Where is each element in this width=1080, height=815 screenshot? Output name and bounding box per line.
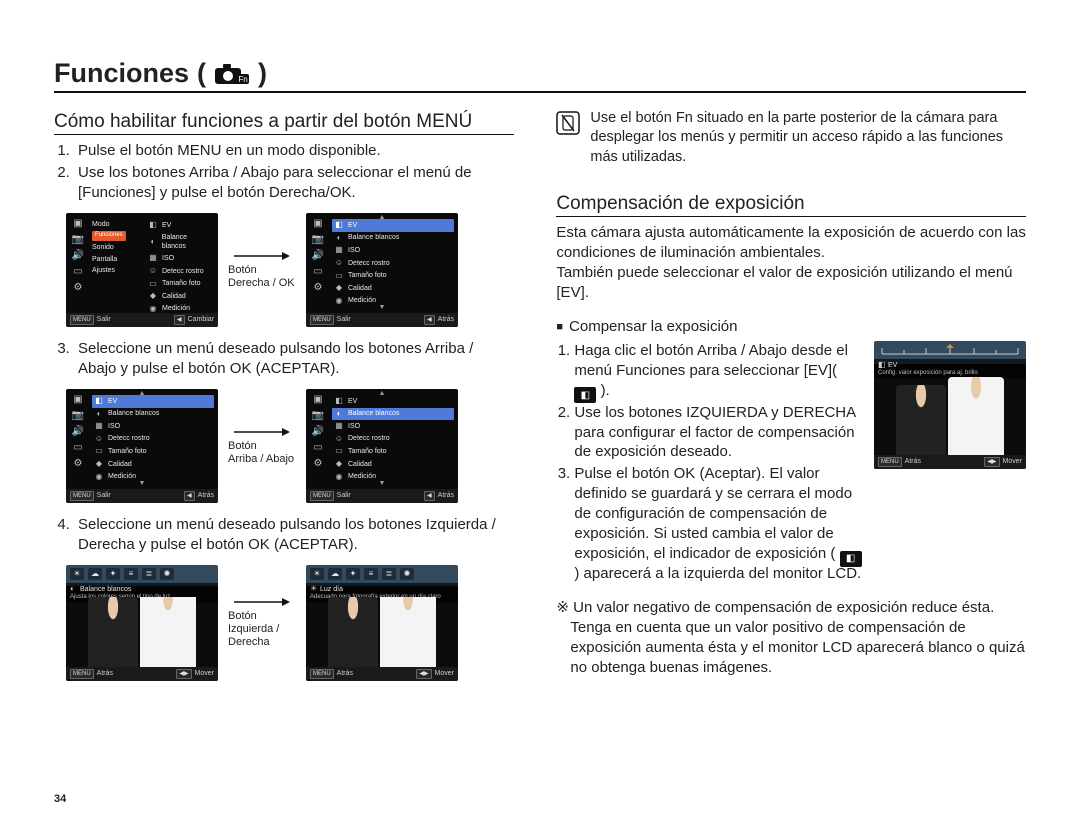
screen-footer-b: MENUSalir ◀Atrás [306,313,458,327]
step-4: Seleccione un menú deseado pulsando los … [74,515,514,555]
fluor2-icon: ≣ [382,568,396,580]
fluor1-icon: ≡ [124,568,138,580]
left-step-3: Seleccione un menú deseado pulsando los … [54,339,514,379]
camera-fn-icon: Fn [214,62,250,86]
note-marker: ※ [556,599,573,616]
func-item-ev: ◧EV [332,219,454,232]
title-paren-open: ( [197,58,206,89]
root-sub-list: ◧EV ◐Balance blancos ▦ISO ☺Detecc rostro… [146,219,214,315]
photo-people [66,597,218,667]
step-2: Use los botones Arriba / Abajo para sele… [74,163,514,203]
screen-footer: MENUSalir ◀Cambiar [66,313,218,327]
arrow-up-down: Botón Arriba / Abajo [228,426,296,466]
left-icons-col: ▣ 📷 🔊 ▭ ⚙ [69,219,87,293]
right-para-1: Esta cámara ajusta automáticamente la ex… [556,223,1026,263]
figure-row-3: ☀ ☁ ✦ ≡ ≣ ✺ ◐Balance blancos Ajusta los … [66,565,514,681]
mode-icon: ▣ [313,219,322,229]
manual-page: Funciones ( Fn ) Cómo habilitar funcione… [0,0,1080,815]
display-icon: ▭ [313,443,322,453]
ev-steps: Haga clic el botón Arriba / Abajo desde … [556,341,862,584]
camera-icon: 📷 [72,235,84,245]
gear-icon: ⚙ [314,283,323,293]
display-icon: ▭ [73,267,82,277]
right-section-title: Compensación de exposición [556,191,1026,217]
camera-icon: 📷 [312,235,324,245]
ev-step-3: Pulse el botón OK (Aceptar). El valor de… [574,464,862,584]
camera-screen-wb-selected: ▲ ▣ 📷 🔊 ▭ ⚙ ◧EV ◐Balance blancos ▦ISO ☺D… [306,389,458,503]
camera-screen-ev-selected: ▲ ▣ 📷 🔊 ▭ ⚙ ◧EV ◐Balance blancos ▦ISO ☺D… [66,389,218,503]
step-3: Seleccione un menú deseado pulsando los … [74,339,514,379]
left-section-title: Cómo habilitar funciones a partir del bo… [54,109,514,135]
arrow-right-ok: Botón Derecha / OK [228,250,296,290]
daylight-topbar: ☀ ☁ ✦ ≡ ≣ ✺ [310,567,454,581]
step-1: Pulse el botón MENU en un modo disponibl… [74,141,514,161]
title-paren-close: ) [258,58,267,89]
arrow-left-right: Botón Izquierda / Derecha [228,596,296,650]
tungsten-icon: ✺ [160,568,174,580]
arrow-label-1: Botón Derecha / OK [228,264,295,290]
sound-icon: 🔊 [72,251,84,261]
ev-icon: ◧ [574,387,596,403]
columns: Cómo habilitar funciones a partir del bo… [54,109,1026,693]
left-icons-col-b: ▣ 📷 🔊 ▭ ⚙ [309,219,327,293]
camera-photo-ev: ◧EV Config. valor exposición para aj. br… [874,341,1026,469]
left-step-4: Seleccione un menú deseado pulsando los … [54,515,514,555]
mode-icon: ▣ [313,395,322,405]
display-icon: ▭ [313,267,322,277]
ev-step-2: Use los botones IZQUIERDA y DERECHA para… [574,403,862,463]
right-note-negative: ※ Un valor negativo de compensación de e… [556,598,1026,678]
ev-scale-topbar [878,343,1022,357]
ev-step-1: Haga clic el botón Arriba / Abajo desde … [574,341,862,401]
gear-icon: ⚙ [74,283,83,293]
gear-icon: ⚙ [74,459,83,469]
right-para-2: También puede seleccionar el valor de ex… [556,263,1026,303]
fluor2-icon: ≣ [142,568,156,580]
bulb-icon: ✦ [106,568,120,580]
left-column: Cómo habilitar funciones a partir del bo… [54,109,514,693]
cloud-icon: ☁ [88,568,102,580]
ev-screen-wrap: ◧EV Config. valor exposición para aj. br… [874,341,1026,586]
sound-icon: 🔊 [312,251,324,261]
left-steps-1-2: Pulse el botón MENU en un modo disponibl… [54,141,514,203]
wb-topbar: ☀ ☁ ✦ ≡ ≣ ✺ [70,567,214,581]
funciones-list: ◧EV ◐Balance blancos ▦ISO ☺Detecc rostro… [332,219,454,307]
display-icon: ▭ [73,443,82,453]
mode-icon: ▣ [73,395,82,405]
camera-icon: 📷 [312,411,324,421]
chevron-down-icon: ▼ [379,303,386,312]
page-title: Funciones [54,58,189,89]
camera-photo-wb: ☀ ☁ ✦ ≡ ≣ ✺ ◐Balance blancos Ajusta los … [66,565,218,681]
svg-text:Fn: Fn [238,75,247,84]
figure-row-2: ▲ ▣ 📷 🔊 ▭ ⚙ ◧EV ◐Balance blancos ▦ISO ☺D… [66,389,514,503]
right-column: Use el botón Fn situado en la parte post… [556,109,1026,693]
camera-screen-menu-root: ▣ 📷 🔊 ▭ ⚙ Modo Funciones Sonido Pantalla… [66,213,218,327]
sound-icon: 🔊 [312,427,324,437]
fluor1-icon: ≡ [364,568,378,580]
page-number: 34 [54,793,66,805]
figure-row-1: ▣ 📷 🔊 ▭ ⚙ Modo Funciones Sonido Pantalla… [66,213,514,327]
mode-icon: ▣ [73,219,82,229]
ev-steps-text: Haga clic el botón Arriba / Abajo desde … [556,341,862,586]
gear-icon: ⚙ [314,459,323,469]
camera-screen-funciones-list: ▲ ▣ 📷 🔊 ▭ ⚙ ◧EV ◐Balance blancos ▦ISO ☺D… [306,213,458,327]
info-note-icon [556,111,580,135]
info-note: Use el botón Fn situado en la parte post… [556,109,1026,167]
tungsten-icon: ✺ [400,568,414,580]
bulb-icon: ✦ [346,568,360,580]
info-note-text: Use el botón Fn situado en la parte post… [590,109,1026,167]
camera-photo-daylight: ☀ ☁ ✦ ≡ ≣ ✺ ☀Luz día Adecuado para fotog… [306,565,458,681]
sun-icon: ☀ [310,568,324,580]
page-title-row: Funciones ( Fn ) [54,58,1026,93]
right-bullet: Compensar la exposición [556,317,1026,337]
ev-block: Haga clic el botón Arriba / Abajo desde … [556,341,1026,586]
sound-icon: 🔊 [72,427,84,437]
ev-icon-inline-2: ◧ [840,551,862,567]
camera-icon: 📷 [72,411,84,421]
cloud-icon: ☁ [328,568,342,580]
sun-icon: ☀ [70,568,84,580]
